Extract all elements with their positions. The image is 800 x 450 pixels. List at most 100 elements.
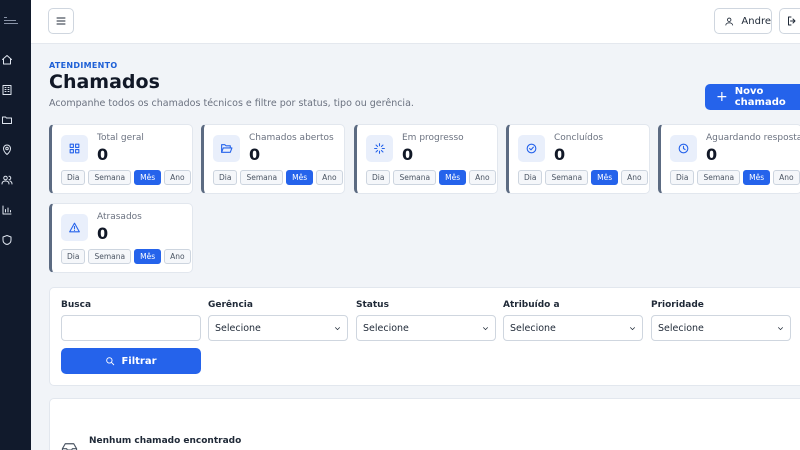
spinner-icon — [366, 135, 393, 162]
period-selector: Dia Semana Mês Ano — [61, 249, 191, 264]
period-button[interactable]: Mês — [134, 170, 162, 185]
period-button[interactable]: Semana — [240, 170, 284, 185]
chevron-down-icon — [333, 324, 342, 333]
shield-icon[interactable] — [0, 233, 14, 247]
period-button[interactable]: Semana — [393, 170, 437, 185]
stat-value: 0 — [249, 145, 261, 164]
section-eyebrow: ATENDIMENTO — [49, 61, 118, 70]
gerencia-select[interactable]: Selecione — [208, 315, 348, 341]
stat-card-late: Atrasados 0 Dia Semana Mês Ano — [49, 203, 193, 273]
chevron-down-icon — [776, 324, 785, 333]
period-button[interactable]: Ano — [316, 170, 343, 185]
bar-chart-icon[interactable] — [0, 203, 14, 217]
stat-label: Atrasados — [97, 212, 142, 222]
period-button[interactable]: Dia — [213, 170, 238, 185]
stat-card-open: Chamados abertos 0 Dia Semana Mês Ano — [201, 124, 345, 194]
sidebar — [0, 0, 31, 450]
period-button[interactable]: Dia — [61, 170, 86, 185]
gerencia-value: Selecione — [215, 322, 261, 334]
status-label: Status — [356, 300, 389, 310]
hamburger-icon — [56, 17, 66, 25]
folder-icon[interactable] — [0, 113, 14, 127]
period-button[interactable]: Dia — [518, 170, 543, 185]
stat-card-total: Total geral 0 Dia Semana Mês Ano — [49, 124, 193, 194]
prioridade-select[interactable]: Selecione — [651, 315, 791, 341]
period-button[interactable]: Ano — [621, 170, 648, 185]
search-label: Busca — [61, 300, 92, 310]
warning-icon — [61, 214, 88, 241]
stat-card-awaiting: Aguardando resposta 0 Dia Semana Mês Ano — [658, 124, 800, 194]
period-button[interactable]: Ano — [164, 170, 191, 185]
topbar: Andre — [31, 0, 800, 44]
period-button[interactable]: Semana — [88, 170, 132, 185]
atribuido-label: Atribuído a — [503, 300, 560, 310]
user-menu-button[interactable]: Andre — [714, 8, 772, 34]
stat-value: 0 — [402, 145, 414, 164]
period-selector: Dia Semana Mês Ano — [61, 170, 191, 185]
new-ticket-label: Novo chamado — [734, 86, 786, 108]
status-select[interactable]: Selecione — [356, 315, 496, 341]
stat-label: Aguardando resposta — [706, 133, 800, 143]
stat-label: Total geral — [97, 133, 144, 143]
period-button[interactable]: Ano — [164, 249, 191, 264]
check-circle-icon — [518, 135, 545, 162]
period-button[interactable]: Ano — [469, 170, 496, 185]
page-subtitle: Acompanhe todos os chamados técnicos e f… — [49, 98, 414, 109]
atribuido-select[interactable]: Selecione — [503, 315, 643, 341]
logout-icon — [788, 16, 796, 26]
user-name: Andre — [741, 15, 771, 27]
stat-label: Concluídos — [554, 133, 604, 143]
prioridade-label: Prioridade — [651, 300, 704, 310]
plus-icon: + — [716, 89, 728, 105]
period-selector: Dia Semana Mês Ano — [670, 170, 800, 185]
stat-value: 0 — [97, 145, 109, 164]
status-value: Selecione — [363, 322, 409, 334]
period-selector: Dia Semana Mês Ano — [518, 170, 648, 185]
chevron-down-icon — [628, 324, 637, 333]
home-icon[interactable] — [0, 53, 14, 67]
period-button[interactable]: Semana — [545, 170, 589, 185]
period-selector: Dia Semana Mês Ano — [213, 170, 343, 185]
filter-button-label: Filtrar — [121, 355, 157, 367]
period-button[interactable]: Mês — [134, 249, 162, 264]
menu-toggle-button[interactable] — [48, 8, 74, 34]
stat-label: Em progresso — [402, 133, 464, 143]
stat-card-done: Concluídos 0 Dia Semana Mês Ano — [506, 124, 650, 194]
chevron-down-icon — [481, 324, 490, 333]
period-button[interactable]: Dia — [61, 249, 86, 264]
period-button[interactable]: Mês — [743, 170, 771, 185]
stat-value: 0 — [706, 145, 718, 164]
grid-icon — [61, 135, 88, 162]
atribuido-value: Selecione — [510, 322, 556, 334]
users-icon[interactable] — [0, 173, 14, 187]
stat-value: 0 — [554, 145, 566, 164]
period-button[interactable]: Dia — [366, 170, 391, 185]
folder-open-icon — [213, 135, 240, 162]
user-icon — [725, 17, 734, 25]
stat-value: 0 — [97, 224, 109, 243]
clock-icon — [670, 135, 697, 162]
page-title: Chamados — [49, 71, 160, 93]
gerencia-label: Gerência — [208, 300, 253, 310]
building-icon[interactable] — [0, 83, 14, 97]
period-button[interactable]: Semana — [697, 170, 741, 185]
stat-label: Chamados abertos — [249, 133, 334, 143]
stat-card-in-progress: Em progresso 0 Dia Semana Mês Ano — [354, 124, 498, 194]
filter-button[interactable]: Filtrar — [61, 348, 201, 374]
empty-state-text: Nenhum chamado encontrado — [89, 436, 242, 446]
period-button[interactable]: Dia — [670, 170, 695, 185]
map-pin-icon[interactable] — [0, 143, 14, 157]
inbox-icon — [61, 439, 78, 450]
search-input[interactable] — [61, 315, 201, 341]
logout-button[interactable] — [779, 8, 800, 34]
period-button[interactable]: Ano — [773, 170, 800, 185]
period-button[interactable]: Mês — [439, 170, 467, 185]
period-button[interactable]: Mês — [286, 170, 314, 185]
new-ticket-button[interactable]: + Novo chamado — [705, 84, 800, 110]
prioridade-value: Selecione — [658, 322, 704, 334]
logo — [4, 17, 20, 27]
search-icon — [106, 357, 115, 366]
period-button[interactable]: Semana — [88, 249, 132, 264]
period-selector: Dia Semana Mês Ano — [366, 170, 496, 185]
period-button[interactable]: Mês — [591, 170, 619, 185]
